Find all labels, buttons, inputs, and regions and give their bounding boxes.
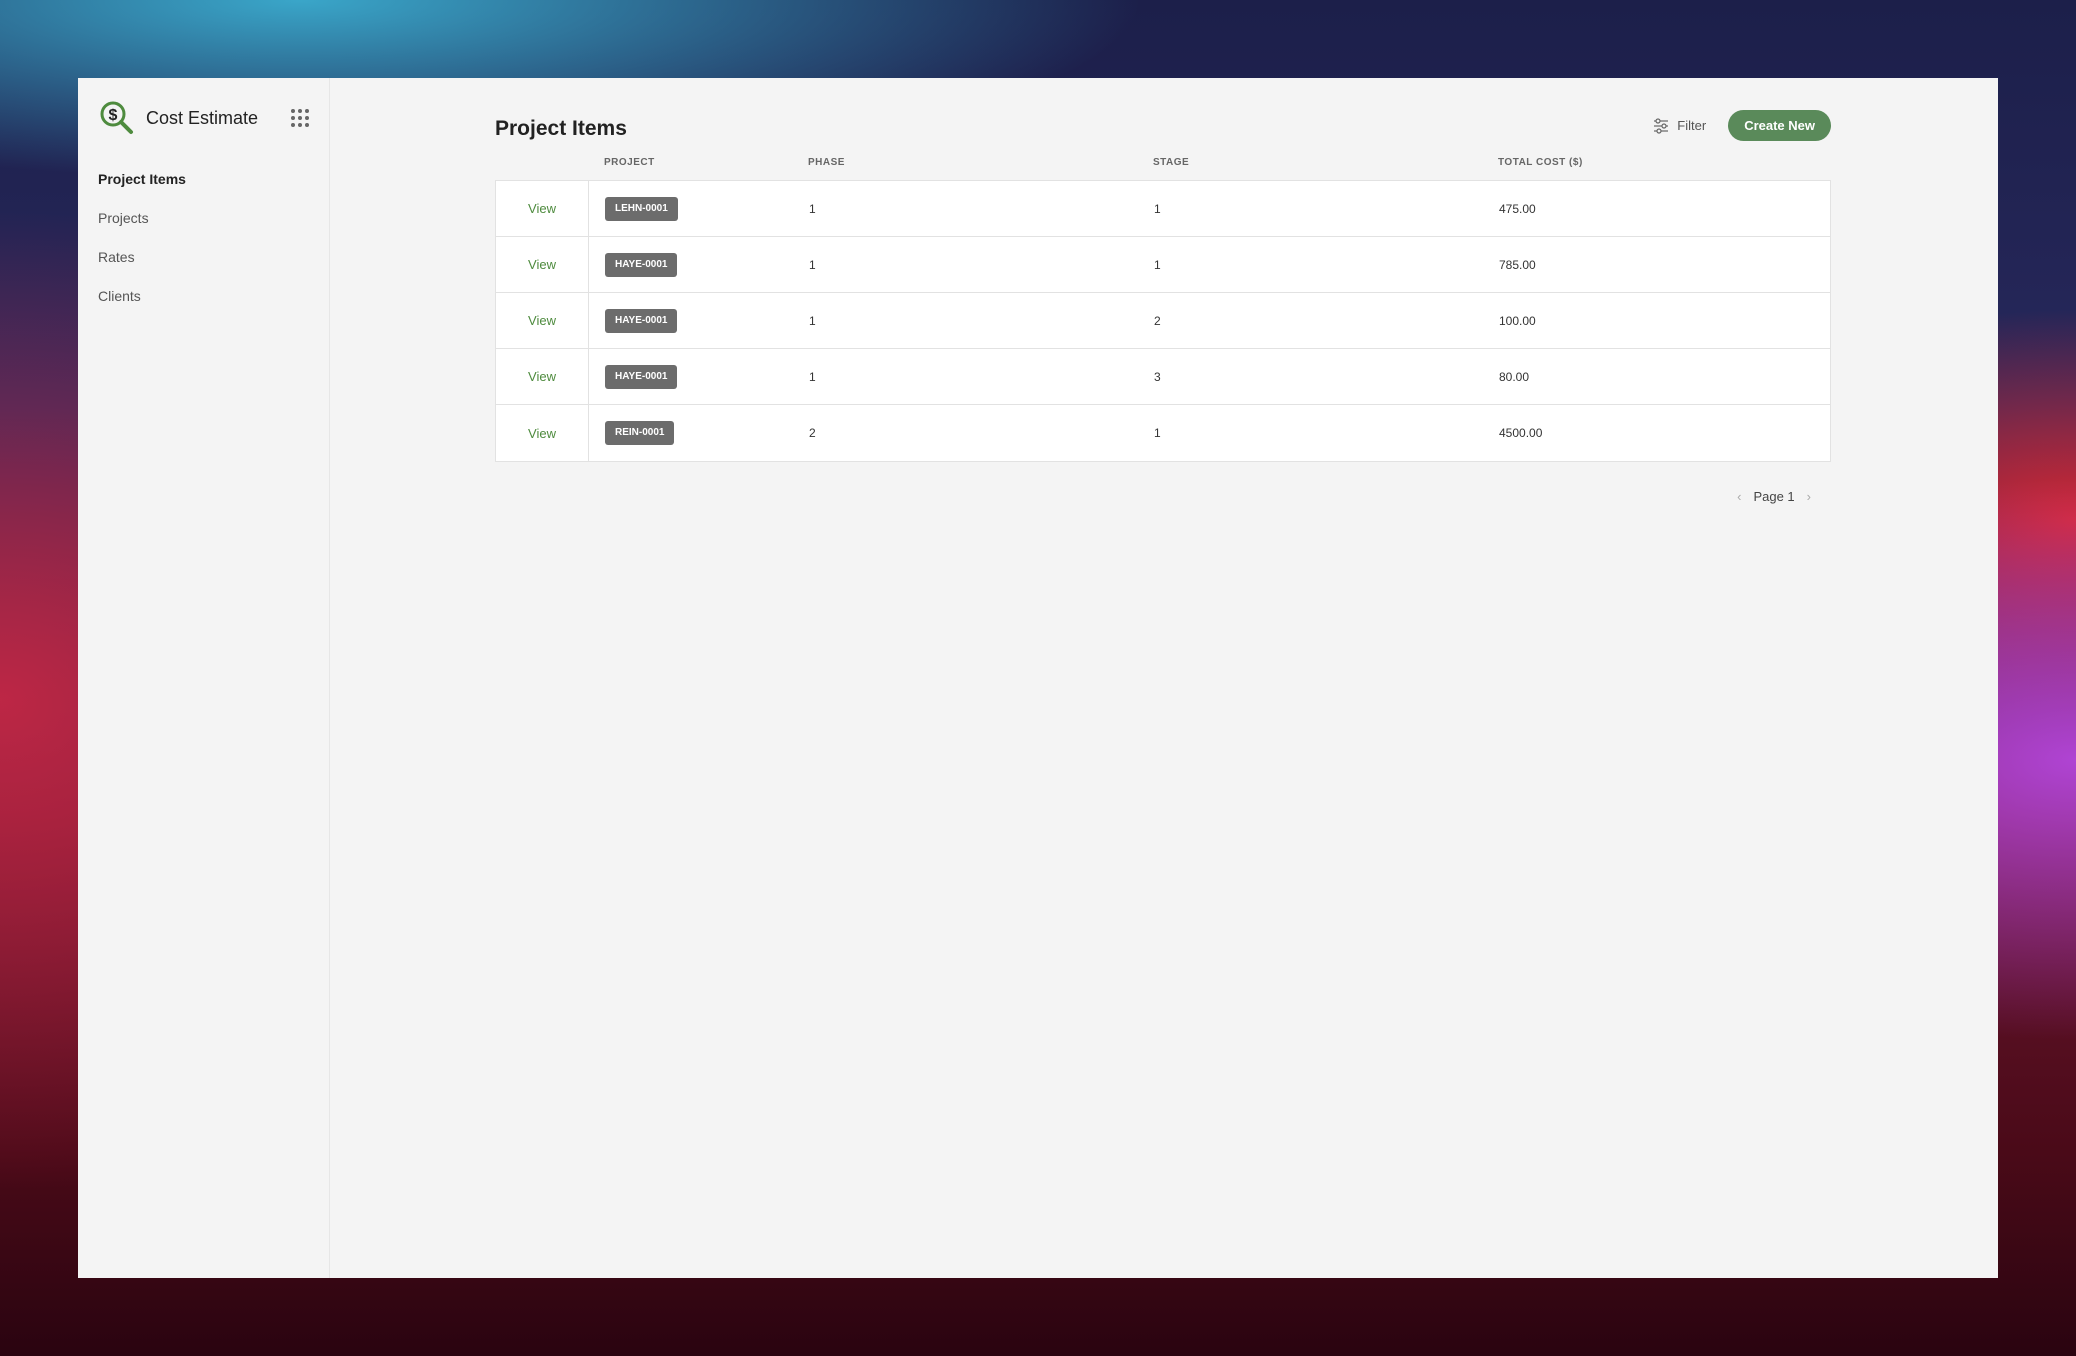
total-cost-cell: 4500.00 (1499, 426, 1543, 440)
pagination: ‹ Page 1 › (495, 489, 1831, 504)
table-row: View HAYE-0001 1 2 100.00 (496, 293, 1830, 349)
view-link[interactable]: View (496, 181, 589, 236)
project-badge: HAYE-0001 (605, 364, 678, 389)
sidebar-item-projects[interactable]: Projects (98, 199, 309, 238)
app-name: Cost Estimate (146, 107, 259, 128)
table-header: PROJECT PHASE STAGE TOTAL COST ($) (495, 144, 1831, 180)
app-window: $ Cost Estimate Project Items Projects R… (78, 78, 1998, 1278)
view-link[interactable]: View (496, 293, 589, 348)
total-cost-cell: 80.00 (1499, 369, 1530, 384)
view-link[interactable]: View (496, 405, 589, 461)
view-link[interactable]: View (496, 349, 589, 404)
table-row: View LEHN-0001 1 1 475.00 (496, 181, 1830, 237)
table-row: View HAYE-0001 1 3 80.00 (496, 349, 1830, 405)
svg-text:$: $ (109, 107, 118, 124)
project-badge: HAYE-0001 (605, 252, 678, 277)
phase-cell: 1 (809, 369, 816, 384)
apps-grid-icon[interactable] (291, 109, 309, 127)
sidebar: $ Cost Estimate Project Items Projects R… (78, 78, 330, 1278)
page-header: Project Items Filter Create New (495, 110, 1831, 141)
column-header-phase[interactable]: PHASE (792, 157, 1137, 168)
stage-cell: 1 (1154, 257, 1161, 272)
page-indicator: Page 1 (1753, 489, 1795, 504)
stage-cell: 1 (1154, 201, 1161, 216)
project-badge: HAYE-0001 (605, 308, 678, 333)
project-badge: REIN-0001 (605, 421, 675, 445)
column-header-project[interactable]: PROJECT (588, 157, 792, 168)
column-header-total-cost[interactable]: TOTAL COST ($) (1482, 157, 1831, 168)
page-title: Project Items (495, 116, 627, 140)
stage-cell: 3 (1154, 369, 1161, 384)
sidebar-item-project-items[interactable]: Project Items (98, 160, 309, 199)
total-cost-cell: 475.00 (1499, 201, 1536, 216)
dollar-magnifier-logo-icon: $ (98, 100, 134, 136)
column-header-stage[interactable]: STAGE (1137, 157, 1482, 168)
filter-button[interactable]: Filter (1653, 117, 1707, 134)
brand: $ Cost Estimate (98, 98, 309, 138)
sliders-icon (1654, 117, 1669, 134)
total-cost-cell: 785.00 (1499, 257, 1536, 272)
phase-cell: 1 (809, 201, 816, 216)
sidebar-item-clients[interactable]: Clients (98, 277, 309, 316)
phase-cell: 2 (809, 426, 816, 440)
stage-cell: 2 (1154, 313, 1161, 328)
total-cost-cell: 100.00 (1499, 313, 1536, 328)
filter-label: Filter (1677, 118, 1707, 133)
view-link[interactable]: View (496, 237, 589, 292)
chevron-left-icon[interactable]: ‹ (1737, 489, 1741, 504)
stage-cell: 1 (1154, 426, 1161, 440)
main-content: Project Items Filter Create New PROJECT … (330, 78, 1998, 1278)
create-new-button[interactable]: Create New (1728, 110, 1831, 141)
project-items-table: View LEHN-0001 1 1 475.00 View HAYE-0001… (495, 180, 1831, 462)
phase-cell: 1 (809, 313, 816, 328)
chevron-right-icon[interactable]: › (1807, 489, 1811, 504)
project-badge: LEHN-0001 (605, 196, 678, 221)
phase-cell: 1 (809, 257, 816, 272)
table-row: View HAYE-0001 1 1 785.00 (496, 237, 1830, 293)
sidebar-item-rates[interactable]: Rates (98, 238, 309, 277)
table-row: View REIN-0001 2 1 4500.00 (496, 405, 1830, 461)
